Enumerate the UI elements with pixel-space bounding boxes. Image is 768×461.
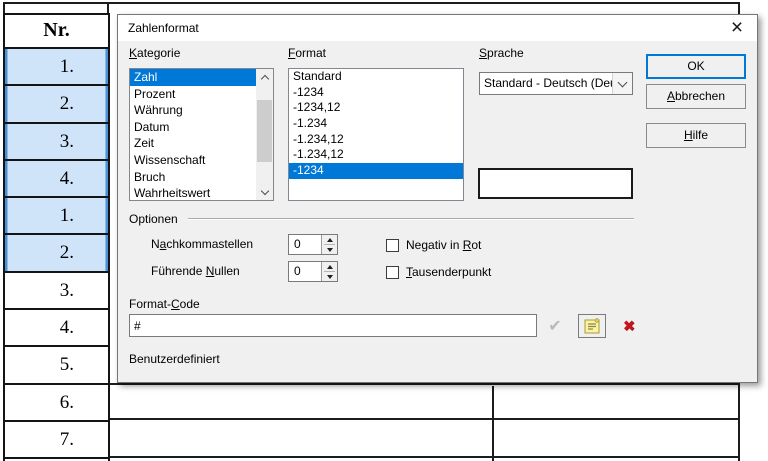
format-item[interactable]: -1.234 (289, 116, 463, 132)
table-row[interactable]: 3. (5, 272, 108, 311)
fuehrende-nullen-label: Führende Nullen (151, 264, 240, 278)
format-listbox: Standard -1234 -1234,12 -1.234 -1.234,12… (288, 68, 464, 201)
scrollbar-thumb[interactable] (257, 100, 272, 162)
leading-zeros-value: 0 (294, 264, 301, 278)
dialog-title: Zahlenformat (128, 21, 199, 35)
kategorie-listbox: Zahl Prozent Währung Datum Zeit Wissensc… (129, 68, 274, 201)
thousands-separator-label: Tausenderpunkt (406, 265, 492, 279)
sprache-label: Sprache (479, 46, 524, 60)
dialog-titlebar[interactable]: Zahlenformat × (118, 15, 757, 41)
decimals-value: 0 (294, 237, 301, 251)
nr-column-table: Nr. 1. 2. 3. 4. 1. 2. 3. 4. 5. 6. 7. (3, 13, 110, 461)
kategorie-item[interactable]: Bruch (130, 169, 256, 186)
edit-comment-button[interactable] (578, 314, 606, 338)
ok-button[interactable]: OK (646, 54, 746, 79)
language-selected-value: Standard - Deutsch (Deut (484, 76, 612, 90)
cancel-button[interactable]: Abbrechen (646, 84, 746, 109)
apply-format-button[interactable]: ✔ (541, 314, 569, 338)
kategorie-item[interactable]: Zeit (130, 135, 256, 152)
format-item[interactable]: -1234 (289, 85, 463, 101)
optionen-group-label: Optionen (129, 212, 178, 226)
table-row[interactable]: 2. (5, 235, 108, 273)
scroll-down-icon[interactable] (256, 184, 273, 200)
table-row[interactable]: 7. (5, 421, 108, 460)
format-item[interactable]: -1.234,12 (289, 132, 463, 148)
table-row[interactable]: 4. (5, 310, 108, 348)
help-button[interactable]: Hilfe (646, 123, 746, 148)
kategorie-item[interactable]: Wahrheitswert (130, 185, 256, 200)
thousands-separator-checkbox[interactable] (386, 266, 399, 279)
grid-line (108, 456, 740, 458)
table-row[interactable]: 5. (5, 347, 108, 385)
spin-down-icon[interactable] (322, 272, 337, 281)
table-row[interactable]: 3. (5, 123, 108, 161)
negative-red-checkbox[interactable] (386, 239, 399, 252)
decimals-stepper[interactable]: 0 (288, 234, 338, 255)
stepper-buttons (321, 262, 337, 281)
format-item[interactable]: -1234,12 (289, 100, 463, 116)
table-row[interactable]: 1. (5, 198, 108, 236)
stepper-buttons (321, 235, 337, 254)
kategorie-item[interactable]: Prozent (130, 86, 256, 103)
scroll-up-icon[interactable] (256, 69, 273, 85)
chevron-down-icon[interactable] (612, 73, 632, 94)
delete-format-button[interactable]: ✖ (615, 314, 643, 338)
checkmark-icon: ✔ (548, 318, 562, 335)
grid-line (492, 386, 494, 461)
leading-zeros-stepper[interactable]: 0 (288, 261, 338, 282)
format-code-status: Benutzerdefiniert (129, 352, 220, 366)
delete-icon: ✖ (622, 318, 636, 335)
table-row[interactable]: 6. (5, 384, 108, 422)
kategorie-item[interactable]: Datum (130, 119, 256, 136)
kategorie-label: Kategorie (129, 46, 181, 60)
table-row[interactable]: 1. (5, 49, 108, 87)
format-item[interactable]: Standard (289, 69, 463, 85)
format-code-input[interactable] (129, 314, 537, 337)
language-select[interactable]: Standard - Deutsch (Deut (479, 72, 633, 95)
format-preview-box (478, 168, 633, 199)
spin-up-icon[interactable] (322, 235, 337, 244)
kategorie-scrollbar[interactable] (256, 69, 273, 200)
grid-line (3, 2, 740, 4)
format-item[interactable]: -1.234,12 (289, 147, 463, 163)
kategorie-item[interactable]: Wissenschaft (130, 152, 256, 169)
table-row[interactable]: 2. (5, 86, 108, 124)
screen: Nr. 1. 2. 3. 4. 1. 2. 3. 4. 5. 6. 7. Zah… (0, 0, 768, 461)
negative-red-label: Negativ in Rot (406, 238, 482, 252)
nachkommastellen-label: Nachkommastellen (151, 237, 254, 251)
kategorie-item[interactable]: Währung (130, 102, 256, 119)
group-separator-line (188, 218, 634, 220)
spin-up-icon[interactable] (322, 262, 337, 271)
note-icon (584, 317, 600, 333)
kategorie-item[interactable]: Zahl (130, 69, 256, 86)
format-label: Format (288, 46, 327, 60)
close-icon[interactable]: × (725, 17, 749, 39)
table-row[interactable]: 4. (5, 160, 108, 199)
table-header-cell[interactable]: Nr. (5, 15, 108, 49)
zahlenformat-dialog: Zahlenformat × Kategorie Zahl Prozent Wä… (117, 14, 758, 383)
format-code-label: Format-Code (129, 297, 200, 311)
grid-line (108, 418, 740, 420)
spin-down-icon[interactable] (322, 245, 337, 254)
grid-line (108, 383, 740, 385)
format-item[interactable]: -1234 (289, 163, 463, 179)
